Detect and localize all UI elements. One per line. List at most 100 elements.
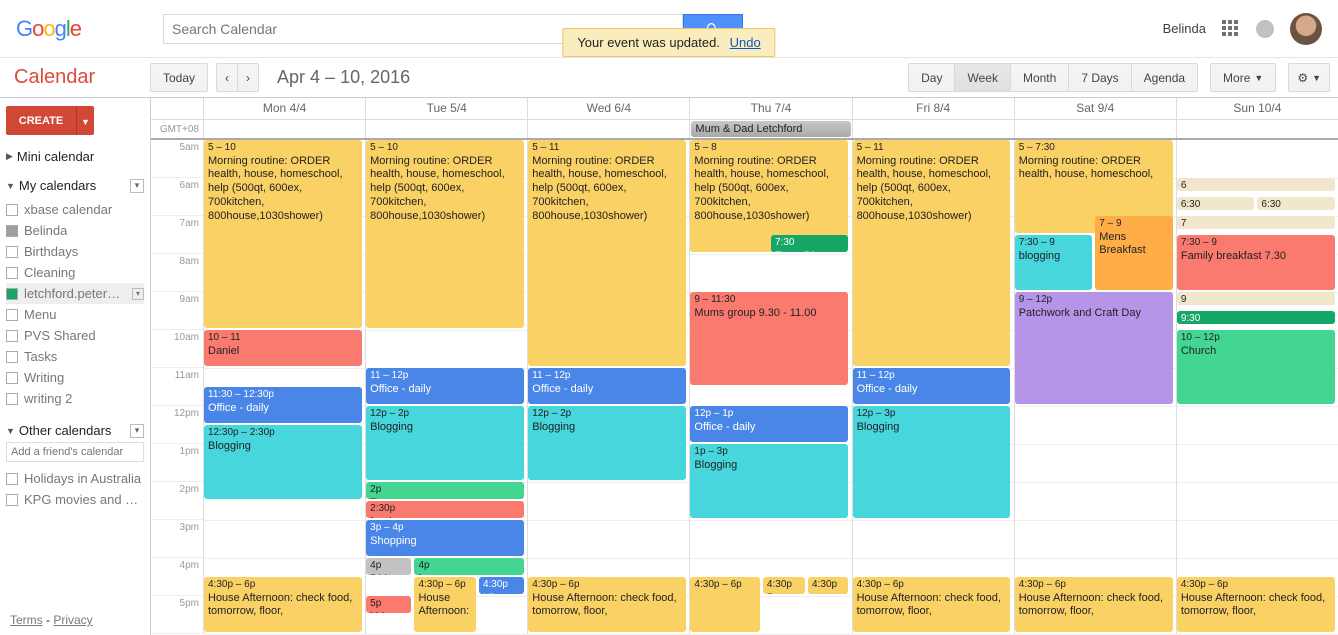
day-column[interactable]: 5 – 11Morning routine: ORDER health, hou…	[527, 140, 689, 634]
calendar-event[interactable]: 7everyone helps	[1177, 216, 1335, 229]
allday-event[interactable]: Mum & Dad Letchford	[691, 121, 850, 137]
other-calendars-toggle[interactable]: ▼Other calendars▾	[6, 423, 144, 438]
view-month[interactable]: Month	[1011, 63, 1069, 92]
day-column[interactable]: 5 – 7:30Morning routine: ORDER health, h…	[1014, 140, 1176, 634]
allday-cell[interactable]	[1014, 120, 1176, 138]
calendar-event[interactable]: 6:30start coo	[1177, 197, 1254, 210]
prev-button[interactable]: ‹	[216, 63, 237, 92]
create-button[interactable]: CREATE	[6, 106, 76, 135]
day-header[interactable]: Thu 7/4	[689, 98, 851, 119]
calendar-event[interactable]: 5 – 10Morning routine: ORDER health, hou…	[366, 140, 524, 328]
allday-cell[interactable]	[203, 120, 365, 138]
calendar-event[interactable]: 9:30Travel	[1177, 311, 1335, 324]
view-week[interactable]: Week	[955, 63, 1010, 92]
my-calendars-toggle[interactable]: ▼My calendars▾	[6, 178, 144, 193]
calendar-event[interactable]: 4:30p – 6pHouse Afternoon: check food, t…	[853, 577, 1011, 632]
allday-cell[interactable]	[1176, 120, 1338, 138]
calendar-event[interactable]: 7:30 – 9Family breakfast 7.30	[1177, 235, 1335, 290]
calendar-item-menu[interactable]: ▾	[132, 288, 144, 300]
mini-calendar-toggle[interactable]: ▶Mini calendar	[6, 149, 144, 164]
day-header[interactable]: Sun 10/4	[1176, 98, 1338, 119]
calendar-event[interactable]: 4:30p – 6pHouse Afternoon:	[414, 577, 475, 632]
allday-cell[interactable]	[527, 120, 689, 138]
calendar-event[interactable]: 2pTown	[366, 482, 524, 499]
apps-icon[interactable]	[1222, 20, 1240, 38]
calendar-event[interactable]: 4pDM Dinne	[366, 558, 411, 575]
calendar-event[interactable]: 4:30pD	[763, 577, 805, 594]
calendar-event[interactable]: 4:30pm	[808, 577, 848, 594]
calendar-item[interactable]: Holidays in Australia	[6, 468, 144, 489]
calendar-event[interactable]: 11 – 12pOffice - daily	[366, 368, 524, 404]
view-7days[interactable]: 7 Days	[1069, 63, 1131, 92]
calendar-event[interactable]: 12p – 2pBlogging	[528, 406, 686, 480]
calendar-event[interactable]: 3p – 4pShopping	[366, 520, 524, 556]
next-button[interactable]: ›	[237, 63, 259, 92]
calendar-item[interactable]: KPG movies and events	[6, 489, 144, 510]
calendar-event[interactable]: 4:30p – 6pHouse Afternoon: check food, t…	[528, 577, 686, 632]
allday-cell[interactable]	[365, 120, 527, 138]
calendar-event[interactable]: 4:30p – 6pHouse Afternoon: check food, t…	[204, 577, 362, 632]
calendar-event[interactable]: 9 – 12pPatchwork and Craft Day	[1015, 292, 1173, 404]
calendar-event[interactable]: 7 – 9Mens Breakfast	[1095, 216, 1172, 290]
google-logo[interactable]: Google	[16, 16, 81, 42]
calendar-item[interactable]: Tasks	[6, 346, 144, 367]
day-column[interactable]: 5 – 10Morning routine: ORDER health, hou…	[365, 140, 527, 634]
calendar-event[interactable]: 4:30p – 6p	[690, 577, 759, 632]
terms-link[interactable]: Terms	[10, 613, 43, 627]
calendar-event[interactable]: 12p – 3pBlogging	[853, 406, 1011, 518]
calendar-event[interactable]: 12:30p – 2:30pBlogging	[204, 425, 362, 499]
calendar-event[interactable]: 7:30Town Di	[771, 235, 848, 252]
calendar-event[interactable]: 5 – 11Morning routine: ORDER health, hou…	[853, 140, 1011, 366]
calendar-event[interactable]: 9Get ready	[1177, 292, 1335, 305]
calendar-event[interactable]: 9 – 11:30Mums group 9.30 - 11.00	[690, 292, 848, 385]
day-column[interactable]: 5 – 11Morning routine: ORDER health, hou…	[852, 140, 1014, 634]
calendar-event[interactable]: 1p – 3pBlogging	[690, 444, 848, 518]
calendar-event[interactable]: 5pkids	[366, 596, 411, 613]
calendar-item[interactable]: Menu	[6, 304, 144, 325]
calendar-item[interactable]: letchford.peter@gma▾	[6, 283, 144, 304]
day-column[interactable]: 5 – 10Morning routine: ORDER health, hou…	[203, 140, 365, 634]
day-header[interactable]: Wed 6/4	[527, 98, 689, 119]
day-column[interactable]: 5 – 8Morning routine: ORDER health, hous…	[689, 140, 851, 634]
calendar-event[interactable]: 4:30p – 6pHouse Afternoon: check food, t…	[1015, 577, 1173, 632]
calendar-item[interactable]: PVS Shared	[6, 325, 144, 346]
add-friend-input[interactable]	[6, 442, 144, 462]
calendar-item[interactable]: xbase calendar	[6, 199, 144, 220]
calendar-event[interactable]: 12p – 2pBlogging	[366, 406, 524, 480]
calendar-event[interactable]: 2:30pfrauke	[366, 501, 524, 518]
calendar-item[interactable]: Writing	[6, 367, 144, 388]
calendar-event[interactable]: 4phome	[414, 558, 524, 575]
username[interactable]: Belinda	[1163, 21, 1206, 36]
calendar-event[interactable]: 11 – 12pOffice - daily	[853, 368, 1011, 404]
calendar-event[interactable]: 6Shower b4 everyone wak	[1177, 178, 1335, 191]
calendar-event[interactable]: 4:30pUk	[479, 577, 524, 594]
day-header[interactable]: Tue 5/4	[365, 98, 527, 119]
allday-cell[interactable]	[852, 120, 1014, 138]
my-calendars-menu[interactable]: ▾	[130, 179, 144, 193]
calendar-item[interactable]: Belinda	[6, 220, 144, 241]
day-column[interactable]: 6Shower b4 everyone wak 6:30start coo6:30…	[1176, 140, 1338, 634]
other-calendars-menu[interactable]: ▾	[130, 424, 144, 438]
calendar-event[interactable]: 5 – 10Morning routine: ORDER health, hou…	[204, 140, 362, 328]
day-header[interactable]: Fri 8/4	[852, 98, 1014, 119]
avatar[interactable]	[1290, 13, 1322, 45]
create-dropdown[interactable]: ▼	[76, 106, 94, 135]
today-button[interactable]: Today	[150, 63, 208, 92]
calendar-event[interactable]: 10 – 12pChurch	[1177, 330, 1335, 404]
calendar-event[interactable]: 7:30 – 9blogging	[1015, 235, 1092, 290]
calendar-event[interactable]: 11 – 12pOffice - daily	[528, 368, 686, 404]
settings-button[interactable]: ⚙ ▼	[1288, 63, 1330, 92]
calendar-event[interactable]: 10 – 11Daniel	[204, 330, 362, 366]
calendar-item[interactable]: Birthdays	[6, 241, 144, 262]
calendar-event[interactable]: 11:30 – 12:30pOffice - daily	[204, 387, 362, 423]
calendar-event[interactable]: 4:30p – 6pHouse Afternoon: check food, t…	[1177, 577, 1335, 632]
undo-link[interactable]: Undo	[730, 35, 761, 50]
calendar-item[interactable]: writing 2	[6, 388, 144, 409]
view-agenda[interactable]: Agenda	[1132, 63, 1198, 92]
allday-cell[interactable]: Mum & Dad Letchford	[689, 120, 851, 138]
calendar-event[interactable]: 5 – 11Morning routine: ORDER health, hou…	[528, 140, 686, 366]
calendar-event[interactable]: 12p – 1pOffice - daily	[690, 406, 848, 442]
view-day[interactable]: Day	[908, 63, 955, 92]
calendar-event[interactable]: 6:30wake ev	[1257, 197, 1334, 210]
calendar-item[interactable]: Cleaning	[6, 262, 144, 283]
